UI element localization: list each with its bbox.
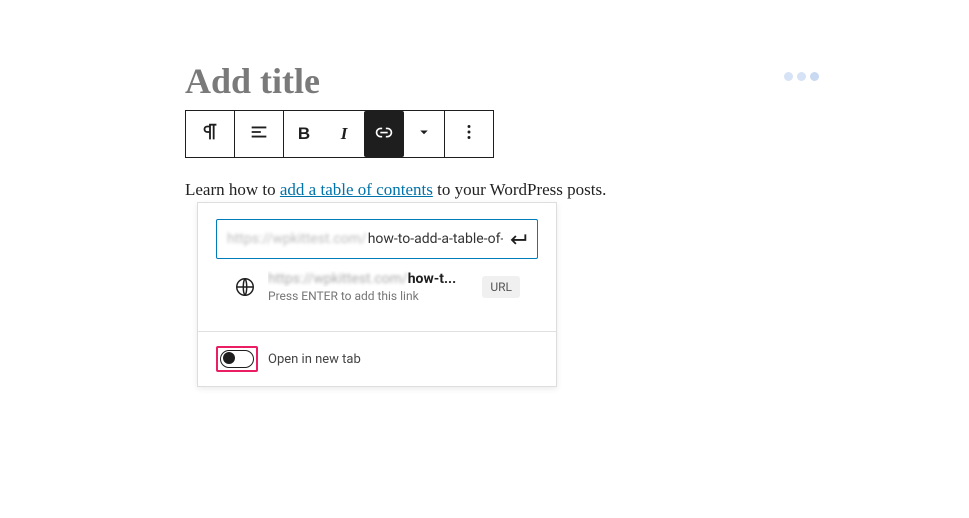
more-rich-text-button[interactable] [404, 111, 444, 157]
pilcrow-icon [199, 121, 221, 148]
more-vertical-icon [458, 121, 480, 148]
submit-enter-icon[interactable] [507, 228, 529, 250]
globe-icon [234, 276, 256, 298]
bold-button[interactable]: B [284, 111, 324, 157]
chevron-down-icon [415, 123, 433, 146]
url-input-value: how-to-add-a-table-of-c [368, 231, 503, 247]
open-new-tab-label: Open in new tab [268, 352, 361, 367]
link-control-popover: https://wpkittest.com/ how-to-add-a-tabl… [197, 202, 557, 387]
link-icon [373, 121, 395, 148]
block-toolbar: B I [185, 110, 494, 158]
post-title-placeholder[interactable]: Add title [185, 60, 805, 102]
link-search-section: https://wpkittest.com/ how-to-add-a-tabl… [198, 203, 556, 331]
suggestion-hint: Press ENTER to add this link [268, 289, 470, 303]
dot [810, 72, 819, 81]
suggestion-prefix-blurred: https://wpkittest.com/ [268, 271, 408, 287]
align-button[interactable] [235, 111, 283, 157]
bold-icon: B [298, 124, 310, 144]
link-suggestion-row[interactable]: https://wpkittest.com/how-t... Press ENT… [216, 259, 538, 319]
url-input-prefix-blurred: https://wpkittest.com/ [227, 231, 367, 247]
editor-container: Add title B I [185, 60, 805, 203]
url-type-badge: URL [482, 276, 520, 298]
toggle-highlight-box [216, 346, 258, 372]
link-url-input[interactable]: https://wpkittest.com/ how-to-add-a-tabl… [216, 219, 538, 259]
more-options-button[interactable] [445, 111, 493, 157]
paragraph-block-button[interactable] [186, 111, 234, 157]
link-settings-section: Open in new tab [198, 331, 556, 386]
suggestion-text: https://wpkittest.com/how-t... Press ENT… [268, 271, 470, 303]
suggestion-bold: how-t... [408, 271, 456, 287]
suggestion-title: https://wpkittest.com/how-t... [268, 271, 470, 287]
italic-icon: I [341, 124, 348, 144]
italic-button[interactable]: I [324, 111, 364, 157]
content-link[interactable]: add a table of contents [280, 180, 433, 199]
open-new-tab-toggle[interactable] [220, 350, 254, 368]
link-button[interactable] [364, 111, 404, 157]
toggle-knob [223, 352, 235, 364]
text-after: to your WordPress posts. [433, 180, 607, 199]
text-before: Learn how to [185, 180, 280, 199]
align-left-icon [248, 121, 270, 148]
paragraph-block[interactable]: Learn how to add a table of contents to … [185, 176, 805, 203]
